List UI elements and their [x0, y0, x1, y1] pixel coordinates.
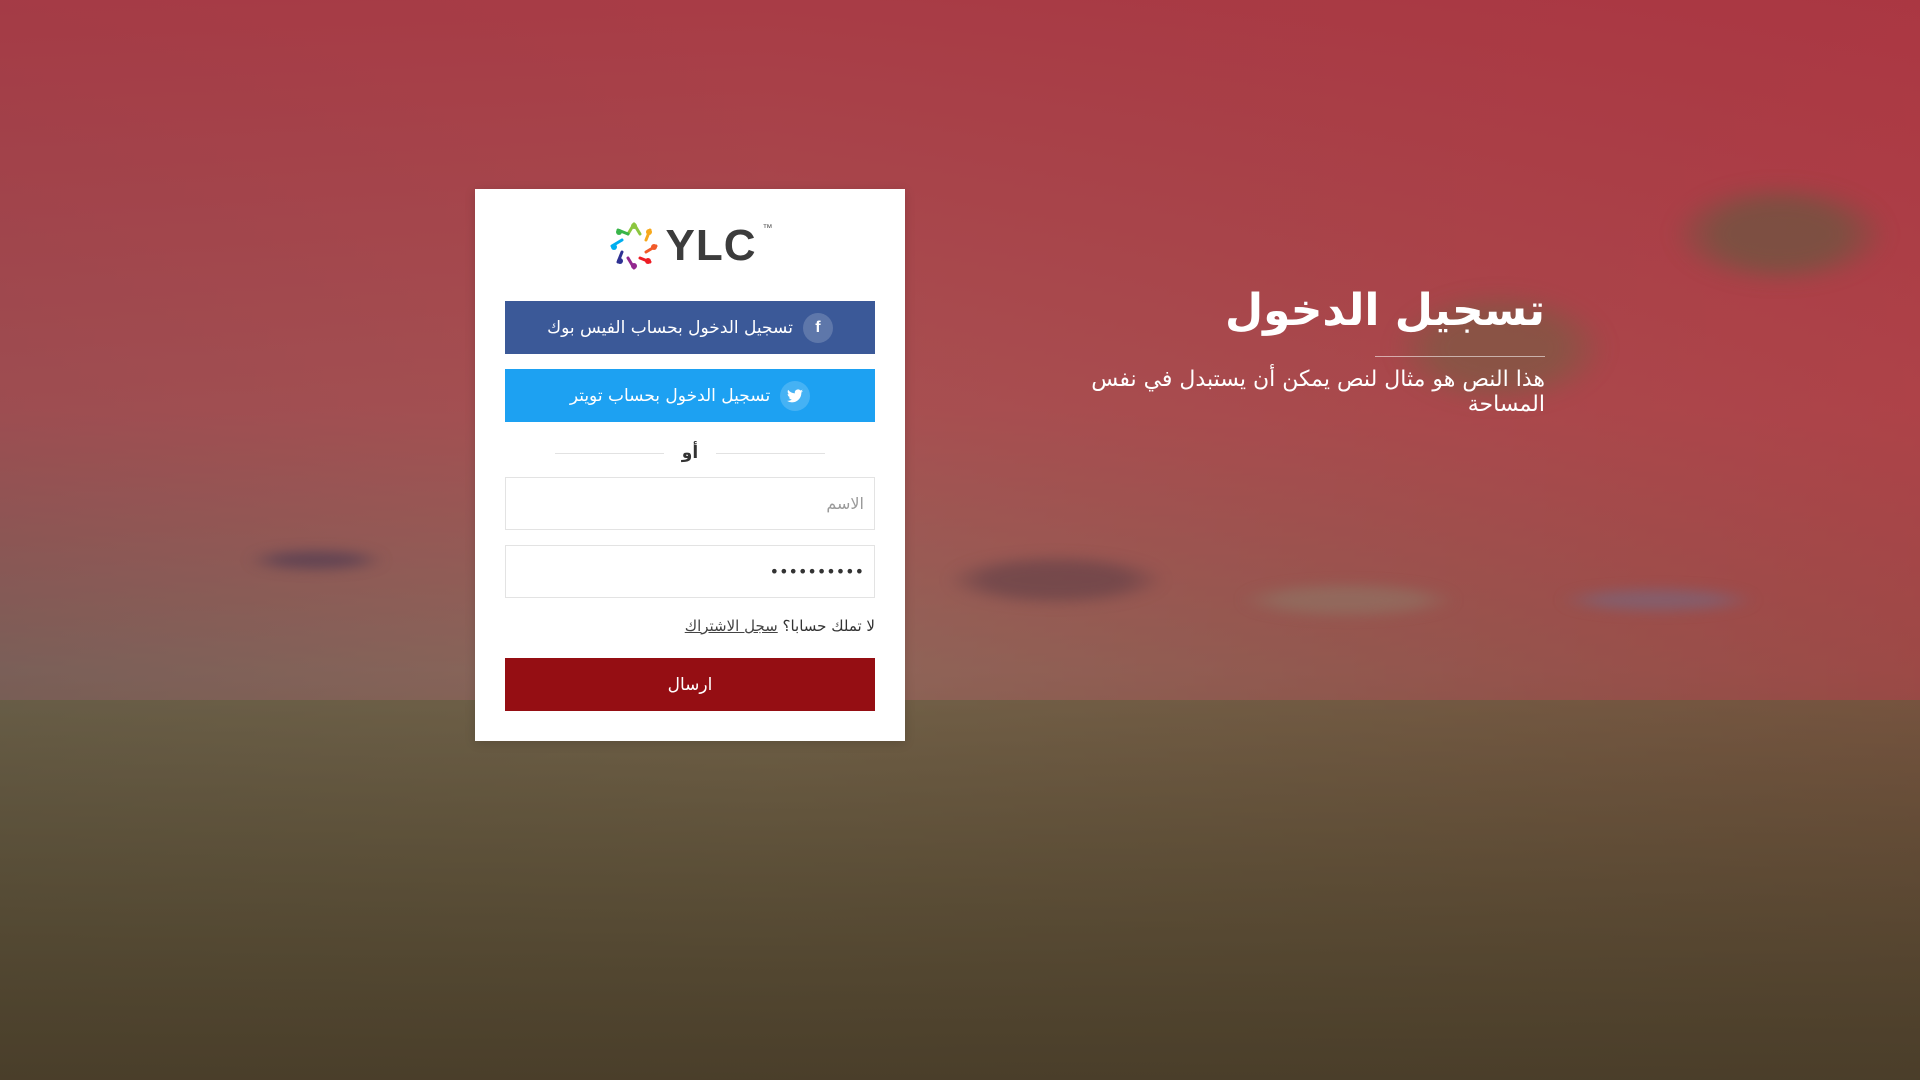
submit-label: ارسال [667, 674, 713, 695]
brand-logo: YLC ™ [475, 217, 905, 275]
twitter-bird-icon [787, 388, 804, 402]
ylc-logo-icon [610, 222, 657, 270]
divider-text: أو [681, 443, 699, 463]
divider-line-right [716, 452, 825, 454]
facebook-login-label: تسجيل الدخول بحساب الفيس بوك [547, 317, 793, 338]
divider-line-left [555, 452, 664, 454]
or-divider: أو [555, 441, 825, 465]
hero-section: تسجيل الدخول هذا النص هو مثال لنص يمكن أ… [1070, 285, 1545, 417]
facebook-login-button[interactable]: f تسجيل الدخول بحساب الفيس بوك [505, 301, 875, 354]
twitter-login-button[interactable]: تسجيل الدخول بحساب تويتر [505, 369, 875, 422]
logo-trademark: ™ [762, 223, 773, 234]
twitter-icon [780, 380, 811, 411]
background-field [0, 700, 1920, 1080]
facebook-icon: f [802, 312, 833, 343]
signup-link[interactable]: سجل الاشتراك [685, 617, 778, 635]
submit-button[interactable]: ارسال [505, 658, 875, 711]
login-card: YLC ™ f تسجيل الدخول بحساب الفيس بوك تسج… [475, 189, 905, 741]
signup-prompt-text: لا تملك حسابا؟ [782, 617, 875, 635]
title-separator [1375, 355, 1545, 357]
background-image [0, 0, 1920, 1080]
logo-text: YLC [665, 221, 757, 270]
page-description: هذا النص هو مثال لنص يمكن أن يستبدل في ن… [1091, 366, 1545, 418]
name-input[interactable] [505, 477, 875, 530]
signup-prompt-row: لا تملك حسابا؟ سجل الاشتراك [505, 617, 875, 641]
page-title: تسجيل الدخول [1224, 285, 1545, 336]
password-input[interactable] [505, 545, 875, 598]
twitter-login-label: تسجيل الدخول بحساب تويتر [569, 385, 771, 406]
